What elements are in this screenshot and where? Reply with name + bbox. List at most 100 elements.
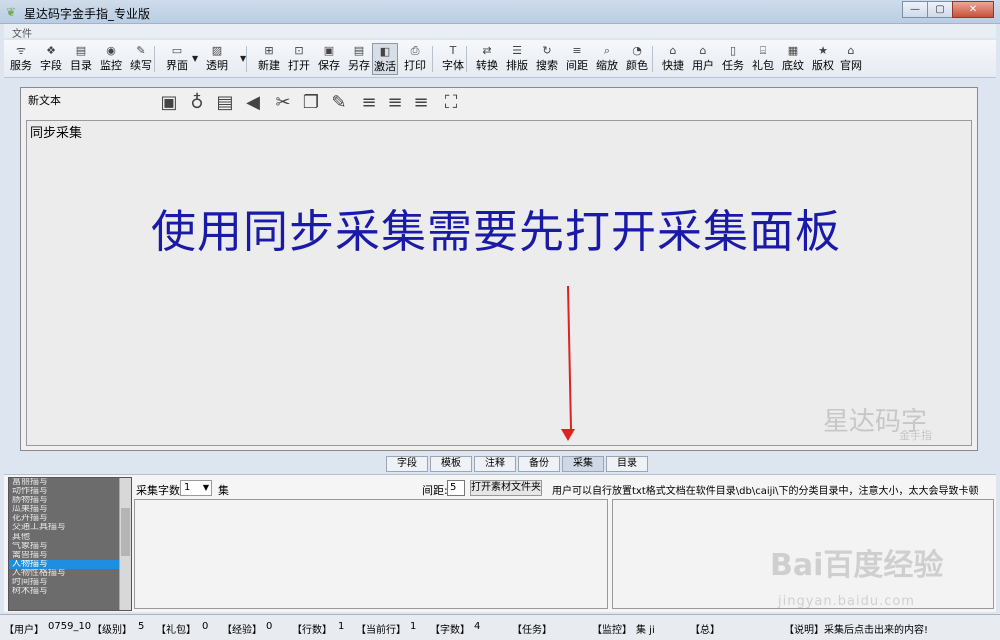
close-button[interactable]: ✕ bbox=[952, 1, 994, 18]
category-scrollbar[interactable] bbox=[119, 478, 131, 610]
status-chars: 4 bbox=[474, 621, 481, 632]
category-item[interactable]: 时间描写 bbox=[9, 578, 131, 587]
toolbar-label: 官网 bbox=[840, 59, 862, 72]
category-item[interactable]: 人物描写 bbox=[9, 559, 131, 569]
menu-bar: 文件 bbox=[4, 24, 996, 40]
status-gift: 0 bbox=[202, 621, 209, 632]
category-item[interactable]: 树木描写 bbox=[9, 587, 131, 596]
toolbar-button-2[interactable]: ▤ 目录 bbox=[68, 43, 94, 75]
category-item[interactable]: 其他 bbox=[9, 533, 131, 542]
toolbar-label: 颜色 bbox=[626, 59, 648, 72]
toolbar-button-0[interactable]: ᯤ 服务 bbox=[8, 43, 34, 75]
category-item[interactable]: 肠物描写 bbox=[9, 496, 131, 505]
toolbar-button-17[interactable]: ≡ 间距 bbox=[564, 43, 590, 75]
align-center-icon[interactable]: ≡ bbox=[383, 90, 407, 116]
tab-5[interactable]: 目录 bbox=[606, 456, 648, 472]
spacing-icon: ≡ bbox=[572, 44, 582, 57]
tab-2[interactable]: 注释 bbox=[474, 456, 516, 472]
print-icon: ⎙ bbox=[410, 44, 420, 57]
toolbar-button-25[interactable]: ★ 版权 bbox=[810, 43, 836, 75]
open-folder-button[interactable]: 打开素材文件夹 bbox=[470, 480, 542, 496]
toolbar-button-26[interactable]: ⌂ 官网 bbox=[838, 43, 864, 75]
tab-4[interactable]: 采集 bbox=[562, 456, 604, 472]
toolbar-button-19[interactable]: ◔ 颜色 bbox=[624, 43, 650, 75]
toolbar-label: 界面 bbox=[166, 59, 188, 72]
toolbar-button-7[interactable]: ⊞ 新建 bbox=[256, 43, 282, 75]
edit-icon[interactable]: ✎ bbox=[327, 90, 351, 116]
category-item[interactable]: 动作描写 bbox=[9, 487, 131, 496]
editor-panel: 新文本 ▣ ♁ ▤ ◀ ✂ ❐ ✎ ≡ ≡ ≡ ⛶ 同步采集 使用同步采集需要先… bbox=[20, 87, 978, 451]
toolbar-button-24[interactable]: ▦ 底纹 bbox=[780, 43, 806, 75]
tab-1[interactable]: 模板 bbox=[430, 456, 472, 472]
toolbar-button-9[interactable]: ▣ 保存 bbox=[316, 43, 342, 75]
copy-icon[interactable]: ❐ bbox=[299, 90, 323, 116]
toolbar-button-15[interactable]: ☰ 排版 bbox=[504, 43, 530, 75]
scroll-thumb[interactable] bbox=[121, 508, 130, 556]
toolbar-button-5[interactable]: ▭ 界面 bbox=[164, 43, 190, 75]
align-left-icon[interactable]: ≡ bbox=[357, 90, 381, 116]
toolbar-button-18[interactable]: ⌕ 缩放 bbox=[594, 43, 620, 75]
toolbar-button-21[interactable]: ⌂ 用户 bbox=[690, 43, 716, 75]
annotation-message: 使用同步采集需要先打开采集面板 bbox=[151, 205, 842, 258]
toolbar-button-11[interactable]: ◧ 激活 bbox=[372, 43, 398, 75]
collect-text-left[interactable] bbox=[134, 499, 608, 609]
dropdown-arrow-icon[interactable]: ▼ bbox=[192, 54, 198, 63]
toolbar-button-23[interactable]: ⌸ 礼包 bbox=[750, 43, 776, 75]
save-icon[interactable]: ▣ bbox=[157, 90, 181, 116]
toolbar-button-14[interactable]: ⇄ 转换 bbox=[474, 43, 500, 75]
align-right-icon[interactable]: ≡ bbox=[409, 90, 433, 116]
document-name: 新文本 bbox=[28, 94, 61, 107]
count-select[interactable]: 1 ▼ bbox=[180, 480, 212, 496]
category-list[interactable]: 富丽描写 动作描写 肠物描写 瓜果描写 花卉描写 交通工具描写 其他 气象描写 禽兽描写 人物描写… bbox=[8, 477, 132, 611]
minimize-button[interactable]: — bbox=[902, 1, 928, 18]
bottom-tabs: 字段 模板 注释 备份 采集 目录 bbox=[386, 456, 650, 472]
category-item[interactable]: 人物性格描写 bbox=[9, 569, 131, 578]
refresh-icon: ↻ bbox=[542, 44, 552, 57]
toolbar-button-4[interactable]: ✎ 续写 bbox=[128, 43, 154, 75]
fullscreen-icon[interactable]: ⛶ bbox=[439, 90, 463, 116]
category-item[interactable]: 花卉描写 bbox=[9, 514, 131, 523]
activate-icon: ◧ bbox=[379, 45, 391, 58]
pen-icon: ✎ bbox=[136, 44, 146, 57]
category-item[interactable]: 交通工具描写 bbox=[9, 523, 131, 532]
convert-icon: ⇄ bbox=[482, 44, 492, 57]
status-exp-label: 【经验】 bbox=[222, 625, 262, 636]
text-editor[interactable]: 同步采集 使用同步采集需要先打开采集面板 星达码字 金手指 bbox=[26, 120, 972, 446]
status-exp: 0 bbox=[266, 621, 273, 632]
scissors-icon[interactable]: ✂ bbox=[271, 90, 295, 116]
toolbar-button-16[interactable]: ↻ 搜索 bbox=[534, 43, 560, 75]
toolbar-label: 服务 bbox=[10, 59, 32, 72]
status-level-label: 【级别】 bbox=[92, 625, 132, 636]
toolbar-label: 字段 bbox=[40, 59, 62, 72]
status-note: 采集后点击出来的内容! bbox=[824, 625, 929, 636]
toolbar-label: 打印 bbox=[404, 59, 426, 72]
category-item[interactable]: 气象描写 bbox=[9, 542, 131, 551]
category-item[interactable]: 富丽描写 bbox=[9, 478, 131, 487]
toolbar-button-8[interactable]: ⊡ 打开 bbox=[286, 43, 312, 75]
zoom-icon: ⌕ bbox=[603, 44, 611, 57]
category-item[interactable]: 禽兽描写 bbox=[9, 551, 131, 560]
maximize-button[interactable]: ▢ bbox=[927, 1, 953, 18]
toolbar-separator bbox=[652, 46, 653, 72]
toolbar-separator bbox=[246, 46, 247, 72]
bulb-icon[interactable]: ♁ bbox=[185, 90, 209, 116]
spacing-input[interactable]: 5 bbox=[447, 480, 465, 496]
tab-3[interactable]: 备份 bbox=[518, 456, 560, 472]
toolbar-button-12[interactable]: ⎙ 打印 bbox=[402, 43, 428, 75]
toolbar-button-22[interactable]: ▯ 任务 bbox=[720, 43, 746, 75]
toolbar-button-6[interactable]: ▨ 透明 bbox=[204, 43, 230, 75]
toolbar-button-3[interactable]: ◉ 监控 bbox=[98, 43, 124, 75]
star-icon: ★ bbox=[818, 44, 828, 57]
toolbar-label: 保存 bbox=[318, 59, 340, 72]
toolbar-button-20[interactable]: ⌂ 快捷 bbox=[660, 43, 686, 75]
toolbar-button-13[interactable]: T 字体 bbox=[440, 43, 466, 75]
toolbar-separator bbox=[432, 46, 433, 72]
menu-file[interactable]: 文件 bbox=[12, 25, 32, 40]
toolbar-button-1[interactable]: ❖ 字段 bbox=[38, 43, 64, 75]
document-icon[interactable]: ▤ bbox=[213, 90, 237, 116]
tab-0[interactable]: 字段 bbox=[386, 456, 428, 472]
texture-icon: ▦ bbox=[787, 44, 799, 57]
back-icon[interactable]: ◀ bbox=[241, 90, 265, 116]
category-item[interactable]: 瓜果描写 bbox=[9, 505, 131, 514]
new-icon: ⊞ bbox=[264, 44, 274, 57]
